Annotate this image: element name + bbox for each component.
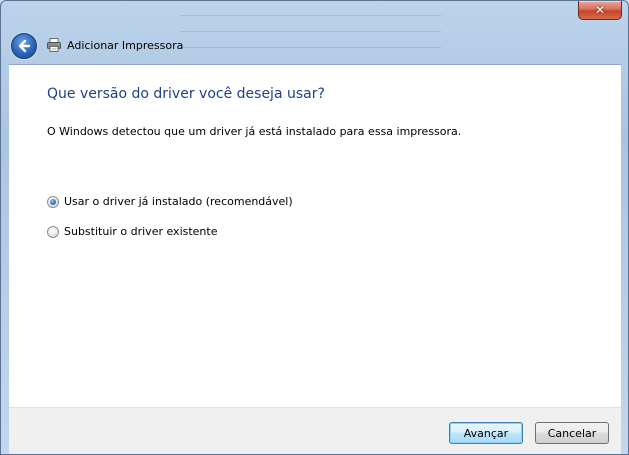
close-icon: ✕ [594,3,606,17]
radio-button-selected[interactable] [47,195,59,208]
add-printer-window: ✕ Adicionar Impressora Que versão do dri… [0,0,629,455]
option-label: Substituir o driver existente [64,225,218,238]
wizard-footer: Avançar Cancelar [9,407,621,454]
option-replace-driver[interactable]: Substituir o driver existente [47,225,217,238]
option-label: Usar o driver já instalado (recomendável… [64,195,293,208]
option-use-installed-driver[interactable]: Usar o driver já instalado (recomendável… [47,195,293,208]
next-button[interactable]: Avançar [449,422,523,444]
window-title: Adicionar Impressora [67,38,184,52]
background-ghost [1,1,628,63]
radio-button[interactable] [47,225,59,238]
back-button[interactable] [11,33,37,59]
page-description: O Windows detectou que um driver já está… [47,125,462,138]
back-arrow-icon [18,39,31,53]
close-button[interactable]: ✕ [578,1,622,20]
wizard-content: Que versão do driver você deseja usar? O… [9,64,621,407]
window-title-area: Adicionar Impressora [46,37,183,53]
page-heading: Que versão do driver você deseja usar? [47,86,325,102]
cancel-button[interactable]: Cancelar [535,422,609,444]
printer-icon [47,38,61,52]
